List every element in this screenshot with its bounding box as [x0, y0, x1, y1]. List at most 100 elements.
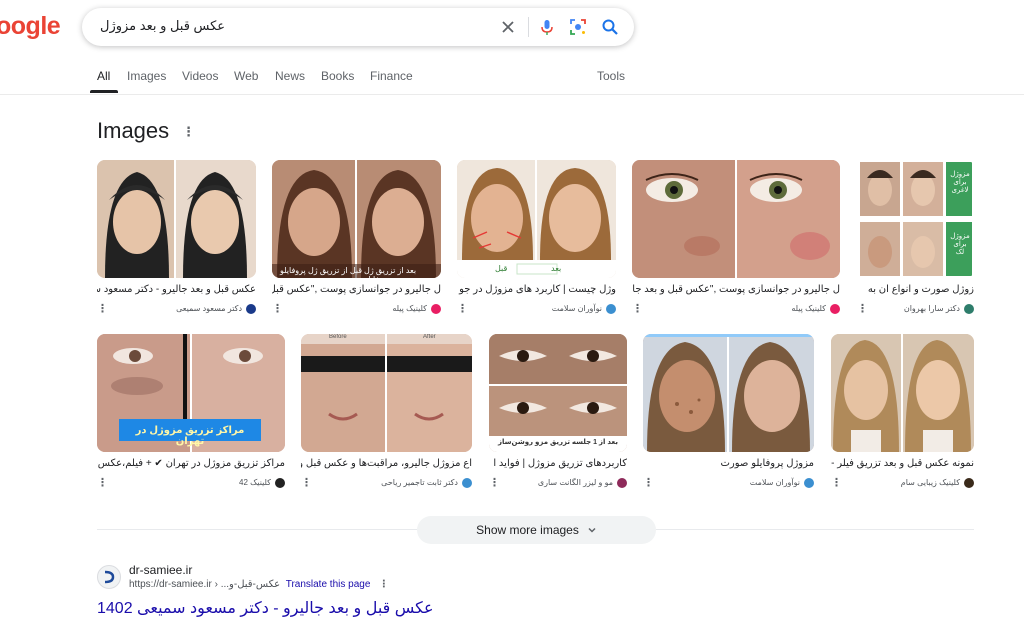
image-caption[interactable]: عکس قبل و بعد جالیرو - دکتر مسعود سه	[97, 284, 256, 297]
image-label: بعد	[551, 264, 562, 273]
image-thumbnail[interactable]: بعد از تزریق ژل پروفایلو قبل از تزریق ژل…	[272, 160, 441, 278]
image-caption[interactable]: مراکز تزریق مزوژل در تهران ✔ + فیلم،عکس،	[97, 458, 285, 471]
more-options-icon[interactable]: ⋮	[272, 302, 283, 315]
show-more-images-button[interactable]: Show more images	[417, 516, 656, 544]
more-options-icon[interactable]: ⋮	[97, 302, 108, 315]
image-result-card[interactable]: نمونه عکس قبل و بعد تزریق فیلر - و کلینی…	[831, 334, 974, 489]
image-caption[interactable]: زوژل صورت و انواع آن به	[857, 284, 974, 297]
image-result-card[interactable]: عکس قبل و بعد جالیرو - دکتر مسعود سه دکت…	[97, 160, 256, 315]
image-thumbnail[interactable]	[831, 334, 974, 452]
logo-text: oogle	[0, 12, 61, 40]
image-label: بعد از تزریق ژل پروفایلو	[364, 266, 417, 278]
image-caption[interactable]: مزوژل پروفایلو صورت	[643, 458, 814, 471]
more-options-icon[interactable]: ⋮	[632, 302, 643, 315]
image-result-card[interactable]: ل جالیرو در جوانسازی پوست ,"عکس قبل و بع…	[632, 160, 840, 315]
image-caption[interactable]: وژل چیست | کاربرد های مزوژل در جو	[457, 284, 616, 297]
result-url: https://dr-samiee.ir › ...عکس-قبل-و Tran…	[129, 579, 389, 590]
source-name: کلینیک 42	[239, 478, 271, 487]
image-result-card[interactable]: مراکز تزریق مزوژل در تهران مراکز تزریق م…	[97, 334, 285, 489]
tab-finance[interactable]: Finance	[370, 69, 413, 83]
more-options-icon[interactable]: ⋮	[301, 476, 312, 489]
tools-button[interactable]: Tools	[597, 69, 625, 83]
source-favicon	[246, 303, 256, 314]
face-comparison-image	[457, 160, 616, 278]
tab-books[interactable]: Books	[321, 69, 354, 83]
tab-news[interactable]: News	[275, 69, 305, 83]
source-favicon	[964, 477, 974, 488]
image-result-card[interactable]: مزوژل پروفایلو صورت نوآوران سلامت ⋮	[643, 334, 814, 489]
source-favicon	[431, 303, 441, 314]
google-logo[interactable]: oogle	[0, 12, 61, 41]
image-thumbnail[interactable]: Before After	[301, 334, 472, 452]
source-favicon	[964, 303, 974, 314]
source-name: کلینیک زیبایی سام	[900, 478, 960, 487]
image-result-card[interactable]: بعد از تزریق ژل پروفایلو قبل از تزریق ژل…	[272, 160, 441, 315]
image-result-card[interactable]: مزوژل برای لاغری مزوژل برای لک زوژل صورت…	[857, 160, 974, 315]
image-label: قبل از تزریق ژل پروفایلو	[280, 266, 363, 275]
search-icon[interactable]	[600, 17, 620, 37]
source-name: مو و لیزر الگانت ساری	[537, 478, 613, 487]
more-options-icon[interactable]: ⋮	[489, 476, 500, 489]
camera-lens-icon[interactable]	[568, 17, 588, 37]
source-name: دکتر سارا بهروان	[903, 304, 960, 313]
tab-web[interactable]: Web	[234, 69, 258, 83]
images-section-title: Images	[97, 118, 170, 143]
source-favicon	[275, 477, 285, 488]
tab-videos[interactable]: Videos	[182, 69, 218, 83]
microphone-icon[interactable]	[537, 17, 557, 37]
image-caption[interactable]: ل جالیرو در جوانسازی پوست ,"عکس قبل	[272, 284, 441, 297]
active-tab-indicator	[90, 90, 118, 93]
source-favicon	[606, 303, 616, 314]
source-name: نوآوران سلامت	[749, 478, 800, 487]
result-more-icon[interactable]: ⋮	[379, 579, 389, 590]
images-more-icon[interactable]: ⋮	[182, 125, 195, 138]
image-thumbnail[interactable]: بعد قبل	[457, 160, 616, 278]
image-source: نوآوران سلامت ⋮	[643, 476, 814, 489]
image-source: دکتر سارا بهروان ⋮	[857, 302, 974, 315]
tab-all[interactable]: All	[97, 69, 110, 83]
more-options-icon[interactable]: ⋮	[97, 476, 108, 489]
search-box[interactable]: عکس قبل و بعد مزوژل	[82, 8, 634, 46]
result-title[interactable]: عکس قبل و بعد جالیرو - دکتر مسعود سمیعی …	[97, 598, 434, 618]
face-comparison-image	[272, 160, 441, 278]
image-result-card[interactable]: بعد قبل وژل چیست | کاربرد های مزوژل در ج…	[457, 160, 616, 315]
image-label: مزوژل برای لک	[950, 233, 970, 256]
image-source: دکتر ثابت تاجمیر ریاحی ⋮	[301, 476, 472, 489]
source-name: دکتر مسعود سمیعی	[176, 304, 242, 313]
eye-comparison-image	[632, 160, 840, 278]
divider	[656, 529, 974, 530]
image-result-card[interactable]: Before After اع مزوژل جالیرو، مراقبت‌ها …	[301, 334, 472, 489]
source-favicon	[462, 477, 472, 488]
clear-icon[interactable]	[498, 17, 518, 37]
image-thumbnail[interactable]	[643, 334, 814, 452]
more-options-icon[interactable]: ⋮	[457, 302, 468, 315]
image-thumbnail[interactable]	[632, 160, 840, 278]
source-favicon	[804, 477, 814, 488]
result-site-name[interactable]: dr-samiee.ir	[129, 563, 192, 577]
search-input[interactable]: عکس قبل و بعد مزوژل	[100, 18, 225, 34]
chevron-down-icon	[588, 527, 596, 533]
site-logo-icon	[104, 570, 115, 584]
image-thumbnail[interactable]	[97, 160, 256, 278]
divider	[97, 529, 417, 530]
image-source: کلینیک زیبایی سام ⋮	[831, 476, 974, 489]
image-label: قبل	[495, 264, 508, 273]
image-caption[interactable]: ل جالیرو در جوانسازی پوست ,"عکس قبل و بع…	[632, 284, 840, 297]
image-thumbnail[interactable]: مراکز تزریق مزوژل در تهران	[97, 334, 285, 452]
more-options-icon[interactable]: ⋮	[643, 476, 654, 489]
source-favicon	[617, 477, 627, 488]
image-caption[interactable]: نمونه عکس قبل و بعد تزریق فیلر - و	[831, 458, 974, 471]
more-options-icon[interactable]: ⋮	[831, 476, 842, 489]
image-thumbnail[interactable]: بعد از 1 جلسه تزریق مزو روشن‌ساز	[489, 334, 627, 452]
source-favicon	[830, 303, 840, 314]
more-options-icon[interactable]: ⋮	[857, 302, 868, 315]
image-thumbnail[interactable]: مزوژل برای لاغری مزوژل برای لک	[857, 160, 974, 278]
translate-link[interactable]: Translate this page	[286, 579, 371, 590]
face-comparison-image	[643, 334, 814, 452]
image-caption[interactable]: کاربردهای تزریق مزوژل | فواید ا	[489, 458, 627, 471]
tab-images[interactable]: Images	[127, 69, 166, 83]
image-caption[interactable]: اع مزوژل جالیرو، مراقبت‌ها و عکس قبل و	[301, 458, 472, 471]
search-tabs: All Images Videos Web News Books Finance…	[0, 64, 1024, 95]
image-result-card[interactable]: بعد از 1 جلسه تزریق مزو روشن‌ساز کاربرده…	[489, 334, 627, 489]
image-source: نوآوران سلامت ⋮	[457, 302, 616, 315]
